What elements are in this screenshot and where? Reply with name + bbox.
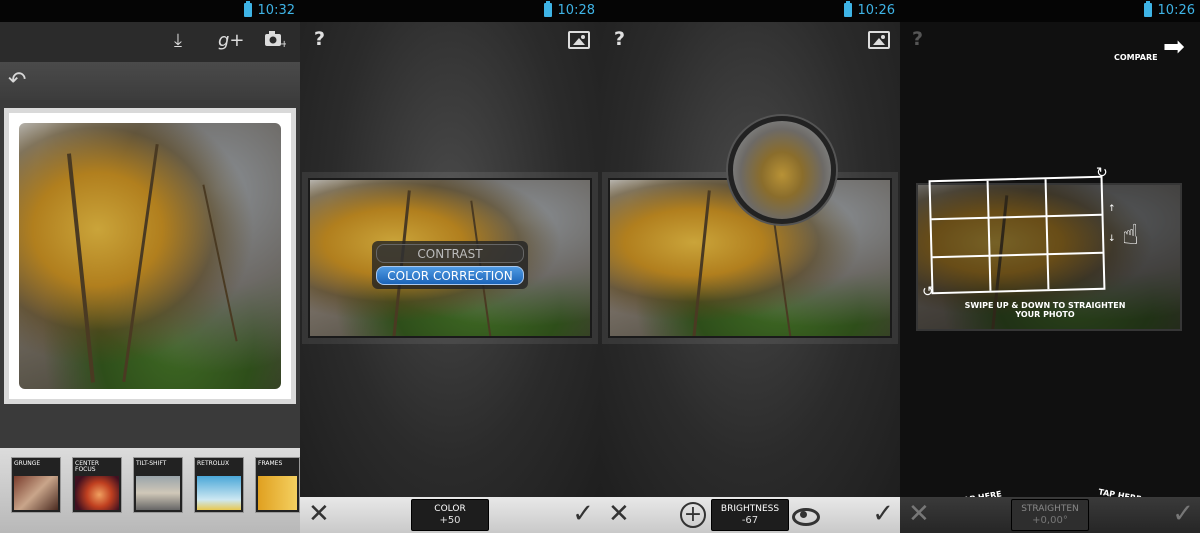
bottom-toolbar: ✕ + BRIGHTNESS -67 ✓	[600, 497, 900, 533]
screen-tune-brightness: 10:26 ? ✕ + BRIGHTNESS -67 ✓	[600, 0, 900, 533]
status-bar: 10:28	[300, 0, 600, 22]
image-compare-icon[interactable]	[868, 31, 890, 49]
screen-tune-color: 10:28 ? CONTRAST CORRECTION COLOR CORREC…	[300, 0, 600, 533]
battery-icon	[544, 1, 552, 17]
straighten-grid	[928, 175, 1106, 295]
cancel-icon[interactable]: ✕	[308, 499, 330, 529]
parameter-display[interactable]: STRAIGHTEN +0,00°	[1011, 499, 1089, 531]
add-adjustment-icon[interactable]: +	[680, 502, 706, 528]
google-plus-icon[interactable]: g+	[218, 30, 245, 51]
status-time: 10:26	[857, 3, 895, 18]
download-icon[interactable]: ⤓	[174, 30, 182, 51]
navigation-bar: ↶	[0, 62, 300, 100]
status-time: 10:26	[1157, 3, 1195, 18]
filter-retrolux[interactable]: RETROLUX	[194, 457, 244, 513]
status-bar: 10:26	[900, 0, 1200, 22]
apply-check-icon[interactable]: ✓	[572, 499, 594, 529]
magnifier-loupe	[728, 116, 836, 224]
svg-text:+: +	[280, 39, 286, 48]
menu-item-color-correction[interactable]: COLOR CORRECTION	[376, 266, 524, 285]
compare-hint: COMPARE	[1114, 45, 1158, 64]
compare-label: COMPARE	[1114, 53, 1158, 62]
instruction-text: SWIPE UP & DOWN TO STRAIGHTEN YOUR PHOTO	[964, 301, 1126, 319]
filter-tilt-shift[interactable]: TILT-SHIFT	[133, 457, 183, 513]
status-time: 10:32	[257, 3, 295, 18]
help-icon[interactable]: ?	[614, 28, 625, 50]
camera-add-icon[interactable]: +	[264, 30, 288, 53]
rotate-arrow-icon: ↻	[1096, 165, 1108, 181]
bottom-toolbar: ✕ COLOR +50 ✓	[300, 497, 600, 533]
help-icon[interactable]: ?	[912, 28, 923, 50]
rotate-arrow-icon: ↺	[922, 284, 934, 300]
filter-frames[interactable]: FRAMES	[255, 457, 300, 513]
parameter-display[interactable]: COLOR +50	[411, 499, 489, 531]
help-icon[interactable]: ?	[314, 28, 325, 50]
status-bar: 10:26	[600, 0, 900, 22]
photo-preview	[19, 123, 281, 389]
swipe-down-arrow-icon: ↓	[1108, 234, 1116, 244]
swipe-up-arrow-icon: ↑	[1108, 204, 1116, 214]
photo-container	[4, 108, 296, 404]
battery-icon	[244, 1, 252, 17]
filter-center-focus[interactable]: CENTER FOCUS	[72, 457, 122, 513]
screenshot-collage: 10:32 ⤓ g+ + ↶ GRUNGE CENTER FOCUS TILT-…	[0, 0, 1200, 533]
cancel-icon[interactable]: ✕	[908, 499, 930, 529]
screen-filters: 10:32 ⤓ g+ + ↶ GRUNGE CENTER FOCUS TILT-…	[0, 0, 300, 533]
cancel-icon[interactable]: ✕	[608, 499, 630, 529]
status-bar: 10:32	[0, 0, 300, 22]
photo-frame	[9, 113, 291, 399]
eye-preview-icon[interactable]	[792, 505, 820, 526]
adjustment-menu: CONTRAST CORRECTION COLOR CORRECTION	[372, 241, 528, 289]
hand-gesture-icon: ☝	[1122, 218, 1140, 251]
menu-item-contrast-correction[interactable]: CONTRAST CORRECTION	[376, 244, 524, 280]
screen-straighten-help: 10:26 ? ↻ ↺ ↑ ↓ ☝ SWIPE UP & DOWN TO STR…	[900, 0, 1200, 533]
back-arrow-icon[interactable]: ↶	[8, 68, 26, 93]
image-compare-icon[interactable]	[568, 31, 590, 49]
compare-arrow-icon: ➡	[1163, 32, 1185, 62]
apply-check-icon[interactable]: ✓	[1172, 499, 1194, 529]
parameter-display[interactable]: BRIGHTNESS -67	[711, 499, 789, 531]
battery-icon	[844, 1, 852, 17]
status-time: 10:28	[557, 3, 595, 18]
filter-grunge[interactable]: GRUNGE	[11, 457, 61, 513]
apply-check-icon[interactable]: ✓	[872, 499, 894, 529]
bottom-toolbar: ✕ STRAIGHTEN +0,00° ✓	[900, 497, 1200, 533]
action-bar: ⤓ g+ +	[0, 22, 300, 62]
battery-icon	[1144, 1, 1152, 17]
